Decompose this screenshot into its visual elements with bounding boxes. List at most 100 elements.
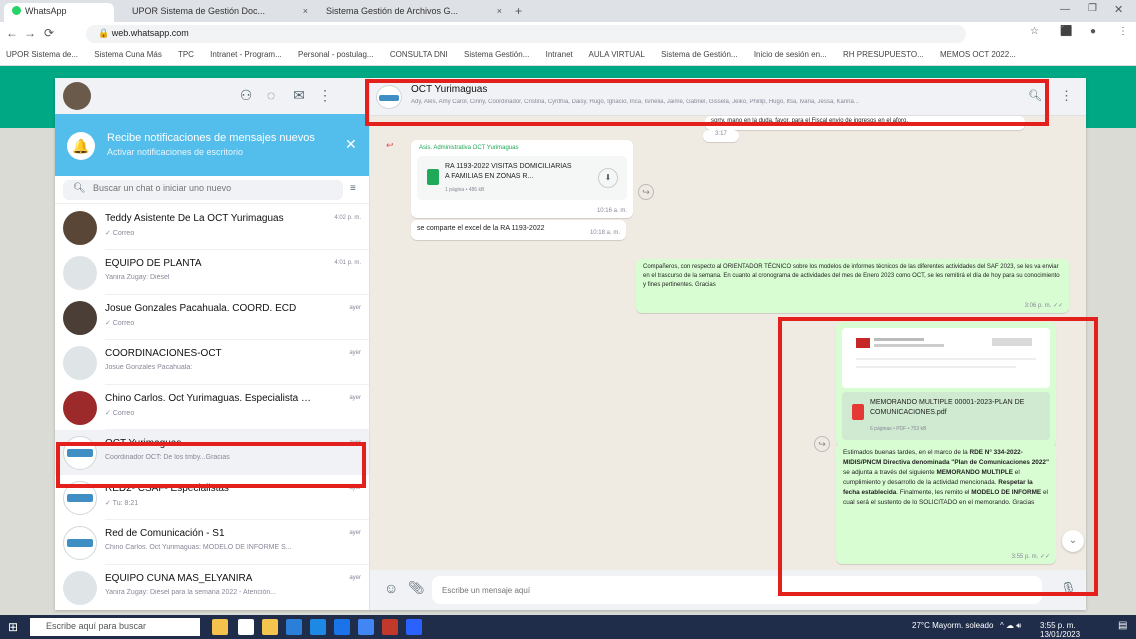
message-time: 10:16 a. m. [596,208,627,215]
chrome-icon[interactable] [358,619,374,635]
reload-icon[interactable]: ⟳ [44,26,54,40]
pdf-preview-thumbnail[interactable] [842,328,1050,388]
task-view-icon[interactable] [238,619,254,635]
pdf-document-card[interactable]: MEMORANDO MULTIPLE 00001-2023-PLAN DE CO… [842,392,1050,440]
bookmark-item[interactable]: AULA VIRTUAL [589,50,645,59]
emoji-icon[interactable]: ☺ [384,580,398,596]
chat-list-item[interactable]: Chino Carlos. Oct Yurimaguas. Especialis… [55,385,369,430]
group-default-avatar [63,571,97,605]
chat-list-item-selected[interactable]: OCT Yurimaguas Coordinador OCT: De los t… [55,430,369,475]
bookmark-item[interactable]: Personal - postulag... [298,50,374,59]
document-card[interactable]: RA 1193-2022 VISITAS DOMICILIARIAS A FAM… [417,156,627,200]
forward-icon[interactable]: ↪ [638,184,654,200]
bookmark-item[interactable]: Intranet [546,50,573,59]
extensions-icon[interactable]: ⬛ [1060,26,1072,37]
message-time: 10:18 a. m. [589,230,620,237]
new-tab-icon[interactable]: + [515,4,522,18]
close-tab-icon[interactable]: × [303,6,308,16]
chat-time: ayer [349,305,361,311]
message-bold-text: MODELO DE INFORME [971,488,1042,496]
download-icon[interactable]: ⬇ [598,168,618,188]
bookmark-item[interactable]: Sistema de Gestión... [661,50,737,59]
app-icon[interactable] [406,619,422,635]
browser-menu-icon[interactable]: ⋮ [1118,26,1128,37]
windows-start-icon[interactable]: ⊞ [8,620,22,634]
attach-icon[interactable]: 📎︎ [408,580,425,596]
close-icon[interactable]: ✕ [345,136,357,153]
chat-list-item[interactable]: EQUIPO DE PLANTA Yanira Zugay: Diésel 4:… [55,250,369,295]
chat-list-item[interactable]: Josue Gonzales Pacahuala. COORD. ECD ✓ C… [55,295,369,340]
chat-time: ayer [349,395,361,401]
minimize-icon[interactable]: — [1060,4,1070,15]
forward-icon[interactable]: → [24,26,36,40]
chat-search-input[interactable] [93,183,333,193]
browser-tab-gestion-archivos[interactable]: Sistema Gestión de Archivos G... × [318,3,508,22]
my-profile-avatar[interactable] [63,82,91,110]
search-icon[interactable]: 🔍︎ [73,183,86,194]
clock[interactable]: 3:55 p. m. 13/01/2023 [1040,621,1080,639]
profile-icon[interactable]: ● [1090,26,1096,37]
bookmark-item[interactable]: Sistema Cuna Más [94,50,162,59]
enable-notifications-link[interactable]: Activar notificaciones de escritorio [107,147,243,157]
group-logo-avatar[interactable] [376,85,402,109]
close-window-icon[interactable]: ✕ [1114,3,1123,16]
message-input[interactable] [432,576,1042,604]
weather-widget[interactable]: 27°C Mayorm. soleado [912,621,993,630]
bookmark-item[interactable]: MEMOS OCT 2022... [940,50,1016,59]
store-icon[interactable] [310,619,326,635]
bookmark-item[interactable]: Intranet - Program... [210,50,282,59]
menu-icon[interactable]: ⋮ [317,87,333,103]
notifications-icon[interactable]: ▤ [1118,620,1127,631]
conversation-header[interactable]: OCT Yurimaguas Ady, Ales, Amy Carol, Cin… [370,78,1086,116]
bookmark-item[interactable]: TPC [178,50,194,59]
bookmark-item[interactable]: Inicio de sesión en... [754,50,827,59]
browser-tab-whatsapp[interactable]: WhatsApp [4,3,114,22]
browser-tab-strip: WhatsApp UPOR Sistema de Gestión Doc... ×… [0,0,1136,22]
bookmark-star-icon[interactable]: ☆ [1030,26,1039,37]
tab-label: Sistema Gestión de Archivos G... [326,6,459,16]
microphone-icon[interactable]: 🎙︎ [1060,581,1077,597]
group-logo-avatar [63,526,97,560]
chat-search-bar: 🔍︎ ≡ [55,176,369,204]
chat-list-item[interactable]: COORDINACIONES-OCT Josue Gonzales Pacahu… [55,340,369,385]
app-icon[interactable] [382,619,398,635]
chat-list-item[interactable]: Teddy Asistente De La OCT Yurimaguas ✓ C… [55,205,369,250]
bookmark-item[interactable]: RH PRESUPUESTO... [843,50,924,59]
back-icon[interactable]: ← [6,26,18,40]
bookmark-item[interactable]: UPOR Sistema de... [6,50,78,59]
windows-taskbar: ⊞ Escribe aquí para buscar 27°C Mayorm. … [0,615,1136,639]
chat-list-item[interactable]: RED2- CSAF- Especialistas ✓ Tu: 8:21 aye… [55,475,369,520]
forward-icon[interactable]: ↪ [814,436,830,452]
scroll-down-icon[interactable]: ⌄ [1062,530,1084,552]
doc-line [874,338,924,341]
search-icon[interactable]: 🔍︎ [1028,89,1042,102]
chat-time: ayer [349,350,361,356]
chat-list-item[interactable]: EQUIPO CUNA MÁS_ELYANIRA Yanira Zugay: D… [55,565,369,610]
new-chat-icon[interactable]: ✉ [291,87,307,103]
edge-icon[interactable] [286,619,302,635]
bookmark-item[interactable]: Sistema Gestión... [464,50,529,59]
communities-icon[interactable]: ⚇ [238,87,254,103]
browser-tab-gestion-doc[interactable]: UPOR Sistema de Gestión Doc... × [124,3,314,22]
taskbar-search-box[interactable]: Escribe aquí para buscar [30,618,200,636]
maximize-icon[interactable]: ❐ [1088,3,1097,14]
status-icon[interactable]: ◌ [263,87,279,103]
close-tab-icon[interactable]: × [497,6,502,16]
chat-list-item[interactable]: Red de Comunicación - S1 Chino Carlos. O… [55,520,369,565]
chat-time: ayer [349,485,361,491]
menu-icon[interactable]: ⋮ [1060,88,1073,104]
url-field[interactable]: 🔒 web.whatsapp.com [86,25,966,43]
tab-label: UPOR Sistema de Gestión Doc... [132,6,266,16]
file-explorer-icon[interactable] [262,619,278,635]
filter-icon[interactable]: ≡ [350,183,356,194]
spreadsheet-icon [427,169,439,185]
tray-icons[interactable]: ^ ☁ 🔊︎ [1000,621,1021,631]
bookmark-item[interactable]: CONSULTA DNI [390,50,448,59]
message-out-text: Estimados buenas tardes, en el marco de … [836,444,1056,564]
notifications-banner[interactable]: 🔔 Recibe notificaciones de mensajes nuev… [55,114,369,176]
message-text: se comparte el excel de la RA 1193-2022 [417,225,545,232]
taskbar-search-text: Escribe aquí para buscar [46,621,147,631]
cortana-icon[interactable] [212,619,228,635]
outlook-icon[interactable] [334,619,350,635]
conversation-pane: OCT Yurimaguas Ady, Ales, Amy Carol, Cin… [370,78,1086,610]
